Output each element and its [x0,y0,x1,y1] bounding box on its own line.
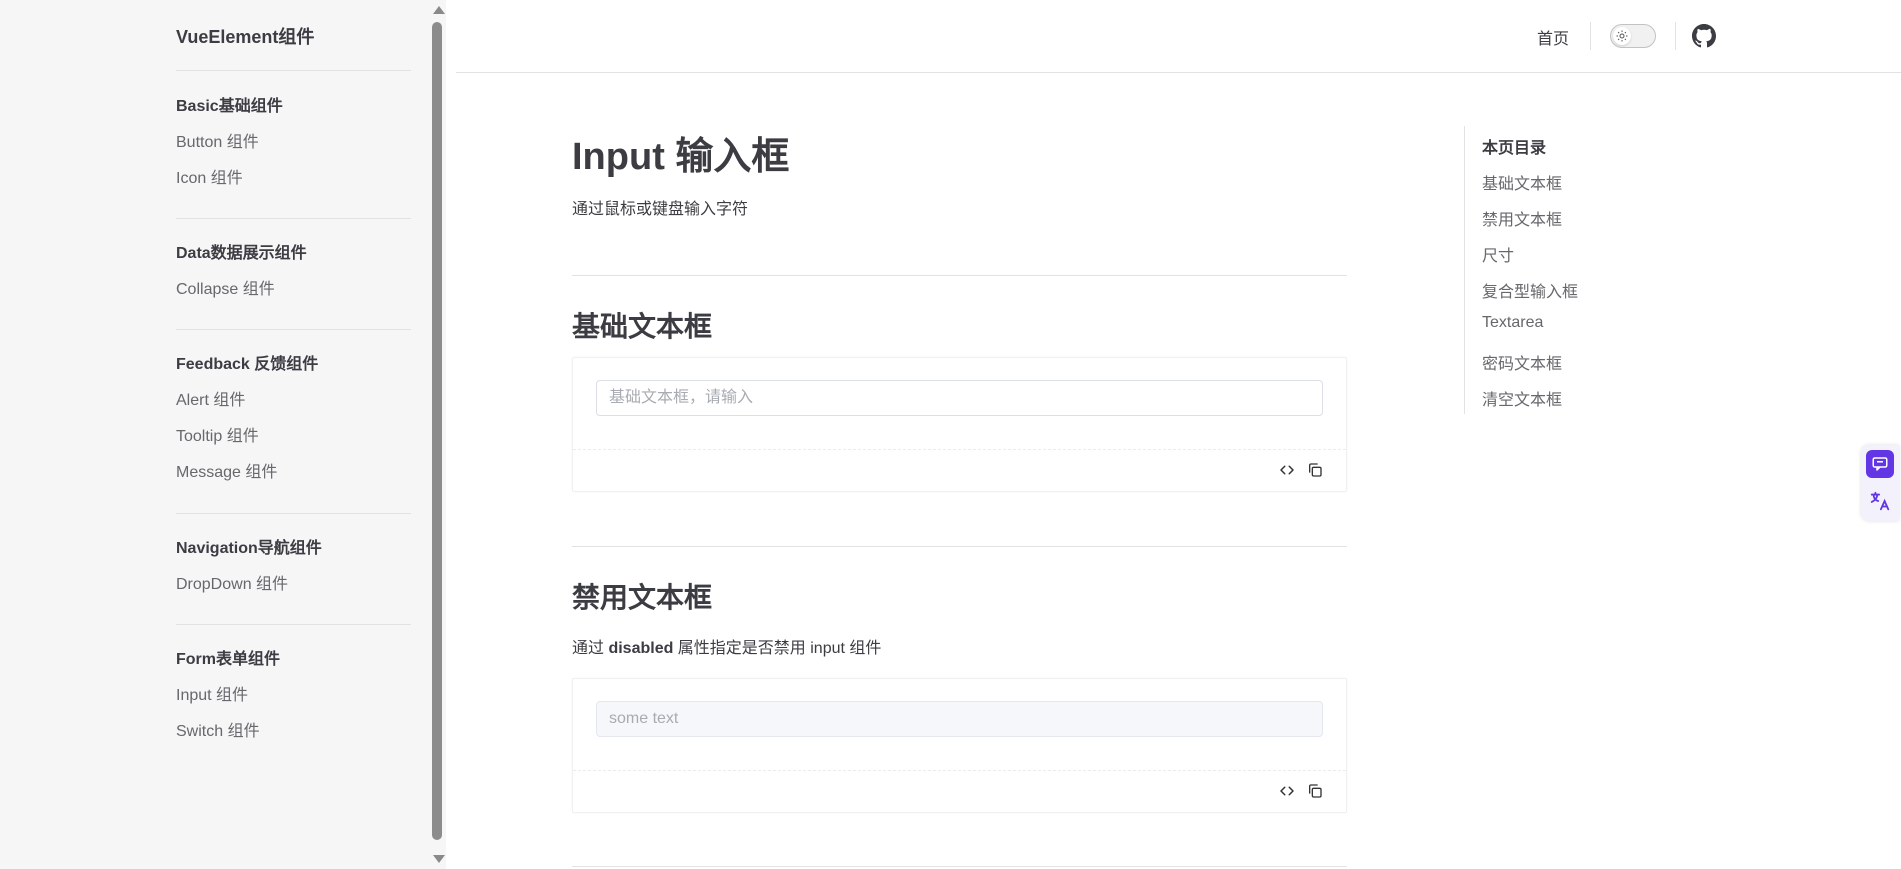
sidebar-group-navigation: Navigation导航组件 [176,540,322,557]
toc-title: 本页目录 [1482,140,1547,157]
toc-item-clearable[interactable]: 清空文本框 [1482,386,1562,410]
desc-prefix: 通过 [572,640,609,657]
demo-toolbar [1278,782,1324,800]
demo-block-disabled [572,678,1347,813]
theme-toggle[interactable] [1610,24,1656,48]
sidebar-item-switch[interactable]: Switch 组件 [176,717,260,741]
sidebar-item-collapse[interactable]: Collapse 组件 [176,275,275,299]
basic-text-input[interactable] [596,380,1323,416]
toc-item-disabled[interactable]: 禁用文本框 [1482,206,1562,230]
sidebar-divider [176,624,411,625]
sidebar-scrollbar[interactable] [430,0,446,869]
translate-icon[interactable] [1866,487,1894,515]
copy-icon[interactable] [1306,461,1324,479]
nav-home-link[interactable]: 首页 [1537,25,1569,49]
page-title: Input 输入框 [572,136,790,178]
toc-item-password[interactable]: 密码文本框 [1482,350,1562,374]
desc-code: disabled [608,640,674,657]
nav-divider [1590,22,1591,50]
sidebar-divider [176,218,411,219]
chat-icon[interactable] [1866,450,1894,478]
section-heading-disabled: 禁用文本框 [572,582,713,613]
toc-item-composite[interactable]: 复合型输入框 [1482,278,1578,302]
toc-item-size[interactable]: 尺寸 [1482,242,1514,266]
section-description-disabled: 通过 disabled 属性指定是否禁用 input 组件 [572,634,881,658]
sidebar-item-dropdown[interactable]: DropDown 组件 [176,570,288,594]
sidebar-item-alert[interactable]: Alert 组件 [176,386,245,410]
sidebar-divider [176,513,411,514]
sidebar: VueElement组件 Basic基础组件 Button 组件 Icon 组件… [0,0,430,869]
toc-item-basic[interactable]: 基础文本框 [1482,170,1562,194]
demo-body [573,679,1346,771]
demo-toolbar [1278,461,1324,479]
disabled-text-input [596,701,1323,737]
sidebar-group-data: Data数据展示组件 [176,245,307,262]
sidebar-title[interactable]: VueElement组件 [176,23,314,49]
sidebar-group-feedback: Feedback 反馈组件 [176,356,319,373]
section-divider [572,275,1347,276]
scroll-down-icon[interactable] [433,855,445,863]
section-divider [572,546,1347,547]
section-heading-basic: 基础文本框 [572,311,713,342]
scroll-up-icon[interactable] [433,6,445,14]
toc-item-textarea[interactable]: Textarea [1482,314,1543,332]
copy-icon[interactable] [1306,782,1324,800]
demo-body [573,358,1346,450]
top-nav [456,0,1901,73]
sidebar-item-message[interactable]: Message 组件 [176,458,277,482]
scroll-thumb[interactable] [432,22,442,840]
nav-divider [1675,22,1676,50]
page-description: 通过鼠标或键盘输入字符 [572,201,749,218]
sidebar-item-button[interactable]: Button 组件 [176,128,259,152]
sidebar-divider [176,70,411,71]
sidebar-divider [176,329,411,330]
sidebar-item-tooltip[interactable]: Tooltip 组件 [176,422,259,446]
section-divider [572,866,1347,867]
github-icon[interactable] [1692,24,1716,48]
demo-block-basic [572,357,1347,492]
floating-widget [1861,445,1899,521]
sidebar-group-form: Form表单组件 [176,651,281,668]
sidebar-item-icon[interactable]: Icon 组件 [176,164,243,188]
table-of-contents: 本页目录 基础文本框 禁用文本框 尺寸 复合型输入框 Textarea 密码文本… [1464,126,1724,414]
sidebar-group-basic: Basic基础组件 [176,98,283,115]
code-icon[interactable] [1278,461,1296,479]
desc-suffix: 属性指定是否禁用 input 组件 [673,640,882,657]
sun-icon [1613,27,1631,45]
sidebar-item-input[interactable]: Input 组件 [176,681,248,705]
code-icon[interactable] [1278,782,1296,800]
